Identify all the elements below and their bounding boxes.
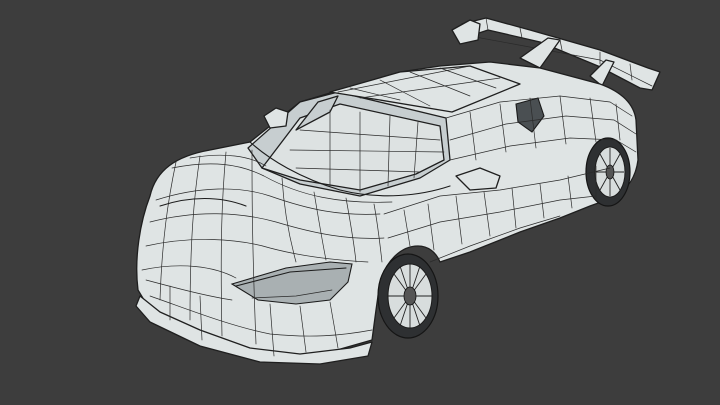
side-mirror: [263, 107, 289, 129]
3d-viewport[interactable]: [0, 0, 720, 405]
car-wireframe-model[interactable]: [0, 0, 720, 405]
front-wheel: [377, 253, 439, 339]
